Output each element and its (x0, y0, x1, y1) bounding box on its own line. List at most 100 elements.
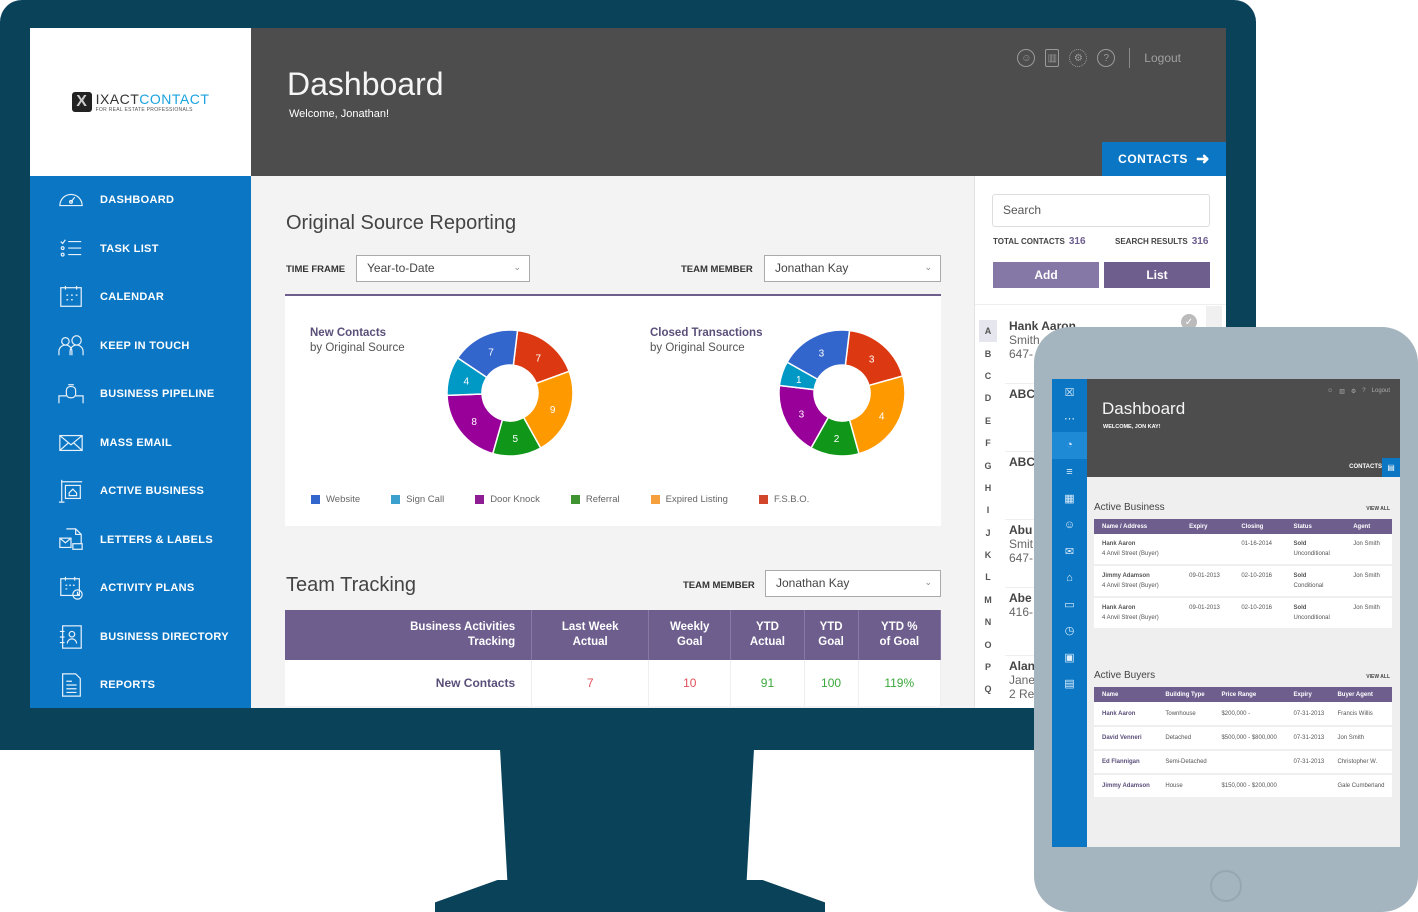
row-name: Hank Aaron (1102, 605, 1136, 611)
alphabet-letter[interactable]: P (979, 656, 997, 678)
expiry-cell (1285, 774, 1330, 799)
table-row[interactable]: Hank Aaron 4 Anvil Street (Buyer) 09-01-20… (1094, 597, 1392, 630)
row-name: Jimmy Adamson (1102, 573, 1150, 579)
people-icon[interactable]: ☺ (1052, 512, 1087, 539)
alphabet-letter[interactable]: H (979, 477, 997, 499)
help-icon[interactable]: ? (1362, 388, 1365, 395)
contact-search-input[interactable]: Search (992, 194, 1210, 227)
alphabet-letter[interactable]: L (979, 566, 997, 588)
donut-slice-expired-listing[interactable] (848, 375, 906, 455)
alphabet-letter[interactable]: O (979, 633, 997, 655)
time-frame-select[interactable]: Year-to-Date ⌄ (356, 255, 530, 282)
logo-x-icon[interactable]: ☒ (1052, 379, 1087, 406)
table-row[interactable]: Jimmy Adamson House $150,000 - $200,000 Gal… (1094, 774, 1392, 799)
house-sign-icon[interactable]: ⌂ (1052, 565, 1087, 592)
alphabet-letter[interactable]: Q (979, 678, 997, 700)
active-buyers-view-all[interactable]: VIEW ALL (1366, 674, 1390, 680)
expiry-cell: 07-31-2013 (1285, 726, 1330, 751)
table-row[interactable]: Hank Aaron 4 Anvil Street (Buyer) 01-16-20… (1094, 534, 1392, 566)
alphabet-letter[interactable]: E (979, 410, 997, 432)
letters-icon[interactable]: ▭ (1052, 591, 1087, 618)
sidebar-item-mass-email[interactable]: MASS EMAIL (30, 419, 251, 468)
buyer-name-link[interactable]: Ed Flannigan (1094, 750, 1158, 775)
user-icon[interactable]: ☺ (1017, 49, 1036, 67)
logo-area[interactable]: X IXACTCONTACT FOR REAL ESTATE PROFESSIO… (30, 28, 251, 176)
help-icon[interactable]: ? (1097, 49, 1116, 67)
alphabet-letter[interactable]: N (979, 611, 997, 633)
trash-icon[interactable]: ▥ (1339, 388, 1345, 395)
gear-icon[interactable]: ⚙ (1351, 388, 1356, 395)
reports-icon[interactable]: ▤ (1052, 671, 1087, 698)
column-header: Name (1094, 687, 1158, 702)
status-cell: Sold Conditional (1285, 565, 1346, 598)
sidebar-item-dashboard[interactable]: DASHBOARD (30, 176, 251, 225)
alphabet-letter[interactable]: F (979, 432, 997, 454)
legend-item: F.S.B.O. (758, 494, 809, 505)
sidebar-item-activity-plans[interactable]: ACTIVITY PLANS (30, 564, 251, 613)
chart-title-new-contacts: New Contacts (310, 327, 387, 339)
column-header-line: Actual (749, 636, 786, 648)
chevron-down-icon: ⌄ (924, 262, 932, 272)
table-row[interactable]: Ed Flannigan Semi-Detached 07-31-2013 Chris… (1094, 750, 1392, 775)
contacts-book-icon[interactable]: ▤ (1382, 458, 1400, 477)
row-name: Hank Aaron (1102, 541, 1136, 547)
sidebar-item-keep-in-touch[interactable]: KEEP IN TOUCH (30, 322, 251, 371)
alphabet-letter[interactable]: G (979, 454, 997, 476)
team-tracking-member-select[interactable]: Jonathan Kay ⌄ (765, 570, 941, 597)
tablet-header-toolbar: ☺ ▥ ⚙ ? Logout (1327, 388, 1390, 395)
team-member-label: TEAM MEMBER (683, 580, 755, 591)
logout-link[interactable]: Logout (1372, 388, 1390, 395)
alphabet-letter[interactable]: A (979, 320, 997, 343)
directory-icon[interactable]: ▣ (1052, 644, 1087, 671)
add-contact-button[interactable]: Add (993, 262, 1099, 288)
calendar-icon[interactable]: ▦ (1052, 485, 1087, 512)
sidebar-item-reports[interactable]: REPORTS (30, 661, 251, 708)
row-label[interactable]: New Contacts (285, 660, 533, 706)
tablet-contacts-link[interactable]: CONTACTS (1349, 464, 1382, 470)
sidebar-item-letters-labels[interactable]: LETTERS & LABELS (30, 516, 251, 565)
dashboard-gauge-icon[interactable]: ◔ (1052, 432, 1087, 459)
logout-link[interactable]: Logout (1144, 51, 1181, 65)
buyer-name-link[interactable]: David Venneri (1094, 726, 1158, 751)
alphabet-letter[interactable]: I (979, 499, 997, 521)
list-contacts-button[interactable]: List (1104, 262, 1210, 288)
active-business-view-all[interactable]: VIEW ALL (1366, 506, 1390, 512)
sidebar-item-task-list[interactable]: TASK LIST (30, 225, 251, 274)
team-member-select[interactable]: Jonathan Kay ⌄ (764, 255, 941, 282)
tablet-home-button[interactable] (1210, 870, 1242, 902)
column-header: Building Type (1157, 687, 1214, 702)
alphabet-letter[interactable]: C (979, 365, 997, 387)
trash-icon[interactable]: ▥ (1045, 49, 1060, 67)
alphabet-letter[interactable]: J (979, 522, 997, 544)
alphabet-letter[interactable]: M (979, 589, 997, 611)
price-cell: $500,000 - $800,000 (1213, 726, 1286, 751)
contacts-button[interactable]: CONTACTS ➜ (1102, 142, 1226, 176)
more-icon[interactable]: ⋯ (1052, 406, 1087, 433)
sidebar-item-business-directory[interactable]: BUSINESS DIRECTORY (30, 613, 251, 662)
donut-slice-label: 2 (834, 434, 840, 445)
table-row[interactable]: David Venneri Detached $500,000 - $800,000… (1094, 726, 1392, 751)
alphabet-letter[interactable]: K (979, 544, 997, 566)
envelope-icon[interactable]: ✉ (1052, 538, 1087, 565)
sidebar-item-business-pipeline[interactable]: BUSINESS PIPELINE (30, 370, 251, 419)
gear-icon[interactable]: ⚙ (1069, 49, 1088, 67)
table-row[interactable]: Hank Aaron Townhouse $200,000 -07-31-2013 F… (1094, 702, 1392, 727)
sidebar-item-active-business[interactable]: ACTIVE BUSINESS (30, 467, 251, 516)
status-subtext: Conditional (1293, 583, 1324, 589)
alphabet-letter[interactable]: D (979, 387, 997, 409)
alphabet-letter[interactable]: B (979, 342, 997, 364)
donut-slice-label: 8 (471, 417, 477, 428)
buyer-name-link[interactable]: Hank Aaron (1094, 702, 1158, 727)
sidebar-item-calendar[interactable]: CALENDAR (30, 273, 251, 322)
type-cell: Townhouse (1157, 702, 1214, 727)
user-icon[interactable]: ☺ (1327, 388, 1333, 395)
calendar-clock-icon[interactable]: ◷ (1052, 618, 1087, 645)
agent-cell: Gale Cumberland (1329, 774, 1392, 799)
table-row[interactable]: Jimmy Adamson 4 Anvil Street (Buyer) 09-01… (1094, 565, 1392, 598)
tablet-screen: ☒ ⋯ ◔ ≡ ▦ ☺ ✉ ⌂ ▭ ◷ ▣ ▤ Dashboard WELCOME, JON KAY!… (1052, 379, 1400, 847)
tablet-frame: ☒ ⋯ ◔ ≡ ▦ ☺ ✉ ⌂ ▭ ◷ ▣ ▤ Dashboard WELCOME, JON KAY!… (1034, 327, 1418, 912)
task-list-icon[interactable]: ≡ (1052, 459, 1087, 486)
sidebar-item-label: KEEP IN TOUCH (100, 339, 190, 352)
column-header: Last Week Actual (531, 610, 650, 660)
buyer-name-link[interactable]: Jimmy Adamson (1094, 774, 1158, 799)
